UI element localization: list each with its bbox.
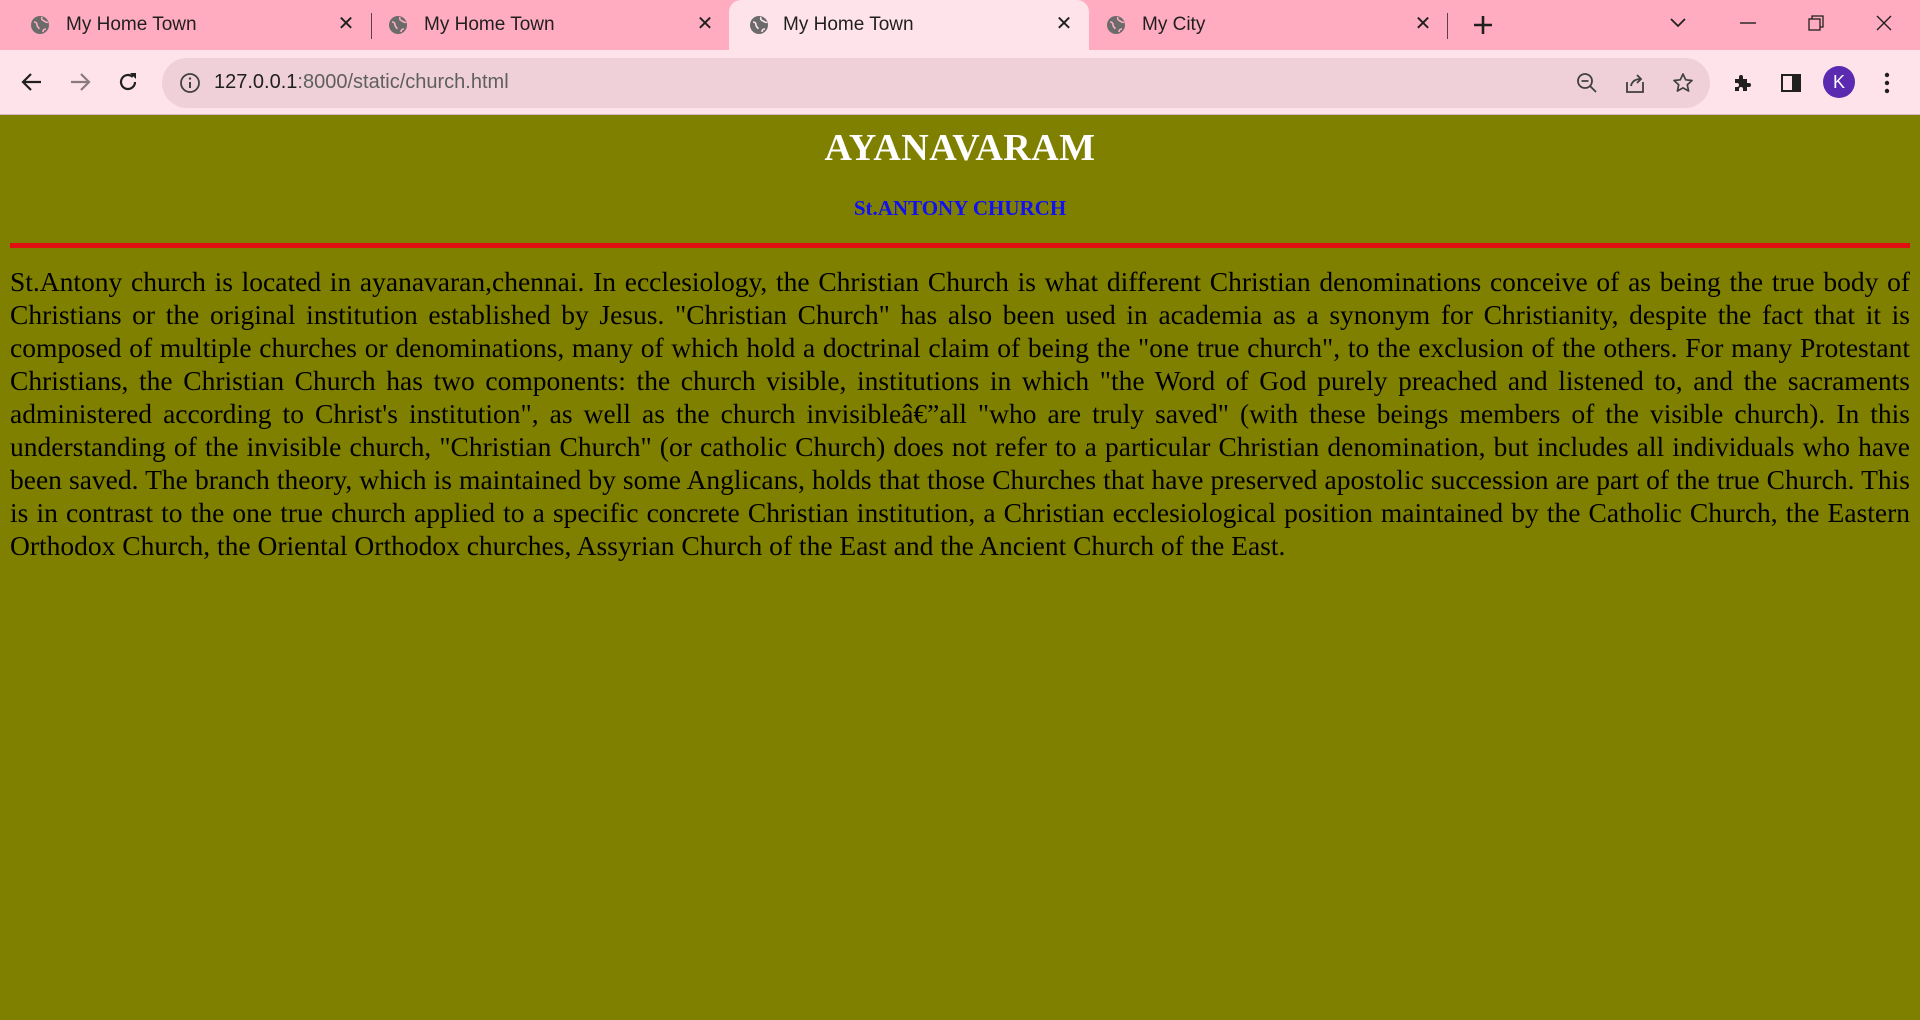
globe-icon — [389, 16, 407, 34]
close-icon[interactable]: ✕ — [335, 13, 357, 35]
close-icon[interactable]: ✕ — [1412, 13, 1434, 35]
page-content: AYANAVARAM St.ANTONY CHURCH St.Antony ch… — [0, 116, 1920, 1020]
globe-icon — [1107, 16, 1125, 34]
puzzle-icon[interactable] — [1729, 69, 1757, 97]
restore-icon — [1808, 15, 1824, 31]
tab-my-city[interactable]: My City ✕ — [1090, 0, 1448, 50]
back-button[interactable] — [14, 64, 50, 100]
body-paragraph: St.Antony church is located in ayanavara… — [10, 266, 1910, 561]
restore-button[interactable] — [1798, 8, 1834, 38]
tab-title: My Home Town — [66, 14, 197, 35]
horizontal-rule — [10, 243, 1910, 248]
tab-title: My Home Town — [783, 14, 914, 35]
plus-icon — [1474, 16, 1492, 34]
globe-icon — [31, 16, 49, 34]
back-arrow-icon — [21, 73, 41, 91]
url-host: 127.0.0.1 — [214, 71, 298, 93]
tab-search-button[interactable] — [1660, 8, 1696, 38]
window-close-button[interactable] — [1866, 8, 1902, 38]
new-tab-button[interactable] — [1468, 10, 1498, 40]
side-panel-icon[interactable] — [1777, 69, 1805, 97]
tab-separator — [1447, 13, 1448, 39]
tab-title: My Home Town — [424, 14, 555, 35]
tab-strip: My Home Town ✕ My Home Town ✕ My Home To… — [0, 0, 1920, 50]
page-subtitle: St.ANTONY CHURCH — [853, 196, 1067, 220]
browser-toolbar: 127.0.0.1:8000/static/church.html — [0, 50, 1920, 115]
close-icon[interactable]: ✕ — [694, 13, 716, 35]
share-icon[interactable] — [1623, 71, 1647, 95]
minimize-icon — [1740, 22, 1756, 24]
close-icon[interactable]: ✕ — [1053, 13, 1075, 35]
profile-avatar[interactable]: K — [1823, 66, 1855, 98]
globe-icon — [750, 16, 768, 34]
minimize-button[interactable] — [1730, 8, 1766, 38]
zoom-out-icon[interactable] — [1575, 71, 1599, 95]
window-close-icon — [1876, 15, 1892, 31]
tab-my-home-town-1[interactable]: My Home Town ✕ — [0, 0, 370, 50]
reload-icon — [119, 73, 137, 91]
tab-my-home-town-2[interactable]: My Home Town ✕ — [372, 0, 728, 50]
url-text: 127.0.0.1:8000/static/church.html — [214, 71, 509, 94]
chevron-down-icon — [1670, 18, 1686, 28]
page-title: AYANAVARAM — [824, 127, 1096, 169]
kebab-menu-icon[interactable] — [1873, 69, 1901, 97]
forward-button[interactable] — [62, 64, 98, 100]
url-path: :8000/static/church.html — [297, 71, 509, 93]
star-icon[interactable] — [1671, 71, 1695, 95]
tab-my-home-town-active[interactable]: My Home Town ✕ — [729, 0, 1089, 50]
forward-arrow-icon — [71, 73, 91, 91]
reload-button[interactable] — [110, 64, 146, 100]
info-icon[interactable] — [179, 72, 201, 94]
tab-title: My City — [1142, 14, 1206, 35]
address-bar[interactable]: 127.0.0.1:8000/static/church.html — [162, 58, 1710, 108]
